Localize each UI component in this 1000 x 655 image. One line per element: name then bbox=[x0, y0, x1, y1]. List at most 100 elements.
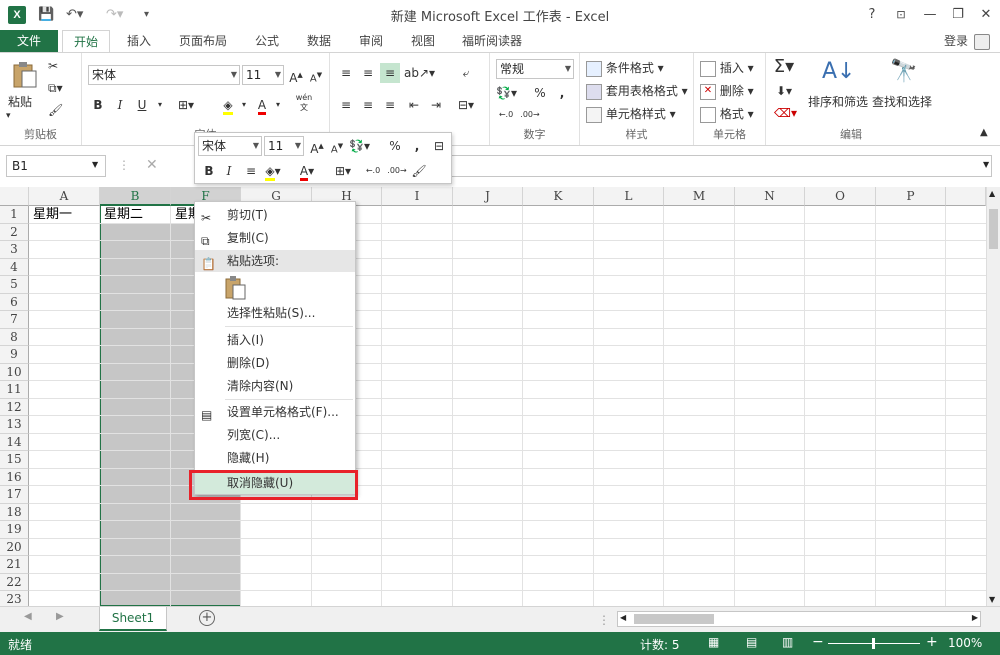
number-format-combo[interactable]: 常规 ▼ bbox=[496, 59, 574, 79]
menu-item-cut[interactable]: ✂ 剪切(T) bbox=[195, 204, 355, 226]
border-icon[interactable]: ⊞▾ bbox=[176, 95, 196, 115]
page-layout-icon[interactable]: ▤ bbox=[746, 635, 757, 649]
align-center-icon[interactable]: ≡ bbox=[358, 95, 378, 115]
row-header-3[interactable]: 3 bbox=[0, 241, 29, 259]
worksheet-grid[interactable]: A B F G H I J K L M N O P 星期一 星期二 星期 123… bbox=[0, 187, 986, 606]
font-size-combo[interactable]: 11 ▼ bbox=[242, 65, 284, 85]
phonetic-icon[interactable]: wén 文 bbox=[294, 93, 314, 113]
paste-button[interactable]: 粘贴 bbox=[8, 93, 32, 110]
menu-item-format-cells[interactable]: ▤ 设置单元格格式(F)... bbox=[195, 401, 355, 423]
row-header-4[interactable]: 4 bbox=[0, 258, 29, 276]
vertical-scrollbar[interactable]: ▲ ▼ bbox=[986, 187, 1000, 606]
tab-split-icon[interactable]: ⋮ bbox=[598, 613, 610, 627]
mini-align-icon[interactable]: ≡ bbox=[241, 161, 261, 181]
tab-review[interactable]: 审阅 bbox=[350, 30, 392, 52]
mini-comma-button[interactable]: , bbox=[407, 136, 427, 156]
cut-icon[interactable]: ✂ bbox=[48, 59, 58, 73]
row-header-16[interactable]: 16 bbox=[0, 468, 29, 486]
row-header-12[interactable]: 12 bbox=[0, 398, 29, 416]
mini-shrink-font-icon[interactable]: A▼ bbox=[327, 136, 347, 156]
underline-dropdown-icon[interactable]: ▾ bbox=[150, 95, 170, 115]
shrink-font-icon[interactable]: A▼ bbox=[306, 65, 326, 85]
row-header-22[interactable]: 22 bbox=[0, 573, 29, 591]
menu-item-insert[interactable]: 插入(I) bbox=[195, 329, 355, 351]
align-bottom-icon[interactable]: ≡ bbox=[380, 63, 400, 83]
close-button[interactable]: ✕ bbox=[974, 4, 998, 26]
scroll-left-icon[interactable]: ◀ bbox=[620, 613, 626, 622]
scroll-right-icon[interactable]: ▶ bbox=[972, 613, 978, 622]
collapse-ribbon-icon[interactable]: ▲ bbox=[980, 127, 988, 138]
format-as-table-button[interactable]: 套用表格格式 ▾ bbox=[586, 82, 688, 100]
mini-border-icon[interactable]: ⊞▾ bbox=[333, 161, 353, 181]
row-header-7[interactable]: 7 bbox=[0, 311, 29, 329]
find-select-icon[interactable]: 🔭 bbox=[890, 59, 917, 84]
align-middle-icon[interactable]: ≡ bbox=[358, 63, 378, 83]
row-header-23[interactable]: 23 bbox=[0, 591, 29, 606]
increase-indent-icon[interactable]: ⇥ bbox=[426, 95, 446, 115]
paste-dropdown-icon[interactable]: ▾ bbox=[6, 111, 11, 121]
mini-percent-button[interactable]: % bbox=[385, 136, 405, 156]
tab-view[interactable]: 视图 bbox=[402, 30, 444, 52]
sort-filter-button[interactable]: 排序和筛选 bbox=[808, 93, 868, 110]
normal-view-icon[interactable]: ▦ bbox=[708, 635, 719, 649]
select-all-corner[interactable] bbox=[0, 187, 29, 206]
column-header-k[interactable]: K bbox=[523, 187, 594, 206]
bold-button[interactable]: B bbox=[88, 95, 108, 115]
zoom-level[interactable]: 100% bbox=[948, 636, 982, 650]
menu-item-delete[interactable]: 删除(D) bbox=[195, 352, 355, 374]
row-header-10[interactable]: 10 bbox=[0, 363, 29, 381]
tab-page-layout[interactable]: 页面布局 bbox=[172, 30, 234, 52]
prev-sheet-icon[interactable]: ◀ bbox=[24, 611, 32, 622]
row-header-8[interactable]: 8 bbox=[0, 328, 29, 346]
mini-bold-button[interactable]: B bbox=[199, 161, 219, 181]
restore-button[interactable]: ❐ bbox=[946, 4, 970, 26]
comma-button[interactable]: , bbox=[552, 83, 572, 103]
scroll-up-icon[interactable]: ▲ bbox=[989, 189, 995, 198]
next-sheet-icon[interactable]: ▶ bbox=[56, 611, 64, 622]
increase-decimal-icon[interactable]: ←.0 bbox=[496, 105, 516, 125]
row-header-1[interactable]: 1 bbox=[0, 206, 29, 224]
orientation-icon[interactable]: ab↗▾ bbox=[404, 63, 435, 83]
column-header-next[interactable] bbox=[946, 187, 986, 206]
menu-item-column-width[interactable]: 列宽(C)... bbox=[195, 424, 355, 446]
wrap-text-icon[interactable]: ⤶ bbox=[456, 63, 476, 83]
row-header-2[interactable]: 2 bbox=[0, 223, 29, 241]
decrease-decimal-icon[interactable]: .00→ bbox=[520, 105, 540, 125]
tab-data[interactable]: 数据 bbox=[298, 30, 340, 52]
column-header-j[interactable]: J bbox=[453, 187, 523, 206]
mini-increase-decimal-icon[interactable]: ←.0 bbox=[363, 161, 383, 181]
merge-center-icon[interactable]: ⊟▾ bbox=[456, 95, 476, 115]
format-painter-icon[interactable]: 🖌 bbox=[48, 103, 63, 117]
horizontal-scrollbar[interactable]: ◀ ▶ bbox=[617, 611, 981, 627]
mini-font-color-icon[interactable]: A▾ bbox=[297, 161, 317, 181]
currency-icon[interactable]: 💱▾ bbox=[496, 83, 517, 103]
tab-formulas[interactable]: 公式 bbox=[246, 30, 288, 52]
paste-option-icon[interactable] bbox=[225, 276, 247, 300]
help-button[interactable]: ? bbox=[860, 4, 884, 26]
font-name-combo[interactable]: 宋体 ▼ bbox=[88, 65, 240, 85]
align-right-icon[interactable]: ≡ bbox=[380, 95, 400, 115]
grow-font-icon[interactable]: A▲ bbox=[286, 65, 306, 85]
login-link[interactable]: 登录 bbox=[944, 30, 968, 52]
row-header-11[interactable]: 11 bbox=[0, 381, 29, 399]
italic-button[interactable]: I bbox=[110, 95, 130, 115]
row-header-15[interactable]: 15 bbox=[0, 451, 29, 469]
add-sheet-button[interactable]: + bbox=[199, 610, 215, 626]
menu-item-clear-contents[interactable]: 清除内容(N) bbox=[195, 375, 355, 397]
insert-cells-button[interactable]: 插入 ▾ bbox=[700, 59, 754, 77]
scroll-thumb[interactable] bbox=[989, 209, 998, 249]
align-top-icon[interactable]: ≡ bbox=[336, 63, 356, 83]
delete-cells-button[interactable]: ✕ 删除 ▾ bbox=[700, 82, 754, 100]
hscroll-thumb[interactable] bbox=[634, 614, 714, 624]
fill-icon[interactable]: ⬇▾ bbox=[774, 81, 794, 101]
tab-foxit[interactable]: 福昕阅读器 bbox=[454, 30, 530, 52]
mini-size-combo[interactable]: 11 ▼ bbox=[264, 136, 304, 156]
cell-a1[interactable]: 星期一 bbox=[30, 206, 100, 223]
column-header-o[interactable]: O bbox=[805, 187, 876, 206]
sort-filter-icon[interactable]: A↓ bbox=[822, 59, 855, 84]
format-cells-button[interactable]: 格式 ▾ bbox=[700, 105, 754, 123]
minimize-button[interactable]: — bbox=[918, 4, 942, 26]
percent-button[interactable]: % bbox=[530, 83, 550, 103]
column-header-p[interactable]: P bbox=[876, 187, 946, 206]
row-header-20[interactable]: 20 bbox=[0, 538, 29, 556]
